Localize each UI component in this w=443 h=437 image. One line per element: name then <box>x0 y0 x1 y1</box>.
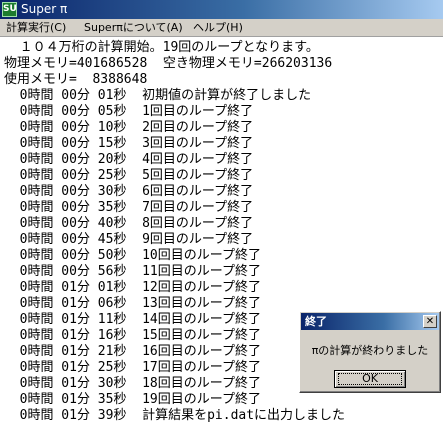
dialog-message: πの計算が終わりました <box>311 344 429 357</box>
console-line: １０４万桁の計算開始。19回のループとなります。 <box>4 40 319 55</box>
ok-button[interactable]: OK <box>334 370 406 388</box>
console-line: 0時間 00分 20秒 4回目のループ終了 <box>4 152 254 167</box>
console-line: 0時間 00分 10秒 2回目のループ終了 <box>4 120 254 135</box>
menu-about[interactable]: Superπについて(A) <box>84 19 183 36</box>
console-line: 0時間 01分 11秒 14回目のループ終了 <box>4 312 261 327</box>
console-line: 0時間 01分 25秒 17回目のループ終了 <box>4 360 261 375</box>
console-line: 0時間 01分 21秒 16回目のループ終了 <box>4 344 261 359</box>
dialog-title: 終了 <box>305 315 327 328</box>
console-line: 0時間 01分 16秒 15回目のループ終了 <box>4 328 261 343</box>
console-line: 0時間 00分 30秒 6回目のループ終了 <box>4 184 254 199</box>
console-line: 0時間 00分 50秒 10回目のループ終了 <box>4 248 261 263</box>
console-line: 0時間 00分 56秒 11回目のループ終了 <box>4 264 261 279</box>
console-line: 物理メモリ=401686528 空き物理メモリ=266203136 <box>4 56 333 71</box>
console-line: 0時間 01分 30秒 18回目のループ終了 <box>4 376 261 391</box>
console-line: 0時間 01分 06秒 13回目のループ終了 <box>4 296 261 311</box>
menu-calculate[interactable]: 計算実行(C) <box>6 19 66 36</box>
close-icon[interactable]: ✕ <box>423 315 437 328</box>
console-line: 0時間 00分 01秒 初期値の計算が終了しました <box>4 88 312 103</box>
finish-dialog: 終了 ✕ πの計算が終わりました OK <box>299 311 441 393</box>
menu-help[interactable]: ヘルプ(H) <box>193 19 243 36</box>
console-line: 0時間 00分 45秒 9回目のループ終了 <box>4 232 254 247</box>
console-line: 0時間 00分 15秒 3回目のループ終了 <box>4 136 254 151</box>
console-line: 0時間 01分 01秒 12回目のループ終了 <box>4 280 261 295</box>
console-line: 0時間 01分 39秒 計算結果をpi.datに出力しました <box>4 408 346 423</box>
menu-bar: 計算実行(C) Superπについて(A) ヘルプ(H) <box>0 19 443 37</box>
console-line: 0時間 00分 05秒 1回目のループ終了 <box>4 104 254 119</box>
app-icon[interactable]: SU <box>2 2 17 17</box>
window-title: Super π <box>21 2 68 16</box>
console-line: 0時間 00分 25秒 5回目のループ終了 <box>4 168 254 183</box>
title-bar[interactable]: SU Super π <box>0 0 443 19</box>
focus-rect <box>338 373 402 385</box>
console-line: 0時間 00分 35秒 7回目のループ終了 <box>4 200 254 215</box>
dialog-title-bar[interactable]: 終了 ✕ <box>301 313 439 330</box>
console-line: 0時間 01分 35秒 19回目のループ終了 <box>4 392 261 407</box>
console-line: 0時間 00分 40秒 8回目のループ終了 <box>4 216 254 231</box>
console-line: 使用メモリ= 8388648 <box>4 72 148 87</box>
